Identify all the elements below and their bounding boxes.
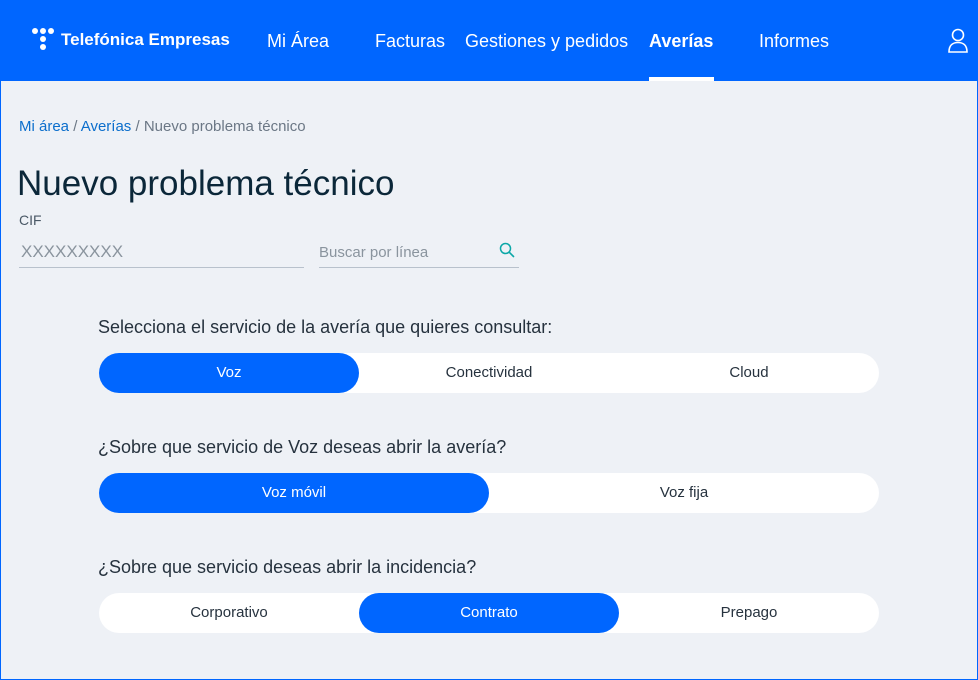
nav-averias[interactable]: Averías [649, 1, 713, 81]
active-nav-indicator [649, 77, 714, 81]
option-voz[interactable]: Voz [99, 353, 359, 393]
breadcrumb-separator: / [135, 118, 140, 135]
option-cloud[interactable]: Cloud [619, 353, 879, 393]
nav-informes[interactable]: Informes [759, 1, 829, 81]
option-conectividad[interactable]: Conectividad [359, 353, 619, 393]
user-icon[interactable] [947, 28, 969, 54]
service-selector: Voz Conectividad Cloud [99, 353, 879, 393]
search-by-line-input[interactable] [319, 238, 519, 268]
page-title: Nuevo problema técnico [17, 164, 395, 203]
breadcrumb-link-mi-area[interactable]: Mi área [19, 118, 69, 135]
incident-service-selector: Corporativo Contrato Prepago [99, 593, 879, 633]
breadcrumb-current: Nuevo problema técnico [143, 118, 306, 135]
brand-logo[interactable]: Telefónica Empresas [31, 25, 230, 55]
voice-service-question-label: ¿Sobre que servicio de Voz deseas abrir … [98, 437, 507, 457]
incident-service-question-label: ¿Sobre que servicio deseas abrir la inci… [98, 557, 477, 577]
telefonica-t-logo-icon [32, 28, 54, 50]
search-icon[interactable] [499, 242, 515, 258]
top-navigation-bar: Telefónica Empresas Mi Área Facturas Ges… [1, 1, 977, 81]
voice-service-selector: Voz móvil Voz fija [99, 473, 879, 513]
cif-label: CIF [19, 212, 42, 228]
breadcrumb-link-averias[interactable]: Averías [81, 118, 132, 135]
brand-name: Telefónica Empresas [61, 30, 230, 49]
cif-input[interactable] [19, 236, 304, 268]
service-question-label: Selecciona el servicio de la avería que … [98, 317, 553, 337]
option-prepago[interactable]: Prepago [619, 593, 879, 633]
option-voz-fija[interactable]: Voz fija [489, 473, 879, 513]
option-corporativo[interactable]: Corporativo [99, 593, 359, 633]
option-contrato[interactable]: Contrato [359, 593, 619, 633]
breadcrumb-separator: / [73, 118, 78, 135]
nav-gestiones-y-pedidos[interactable]: Gestiones y pedidos [465, 1, 628, 81]
nav-mi-area[interactable]: Mi Área [267, 1, 329, 81]
breadcrumb: Mi área / Averías / Nuevo problema técni… [19, 118, 306, 135]
nav-facturas[interactable]: Facturas [375, 1, 445, 81]
option-voz-movil[interactable]: Voz móvil [99, 473, 489, 513]
